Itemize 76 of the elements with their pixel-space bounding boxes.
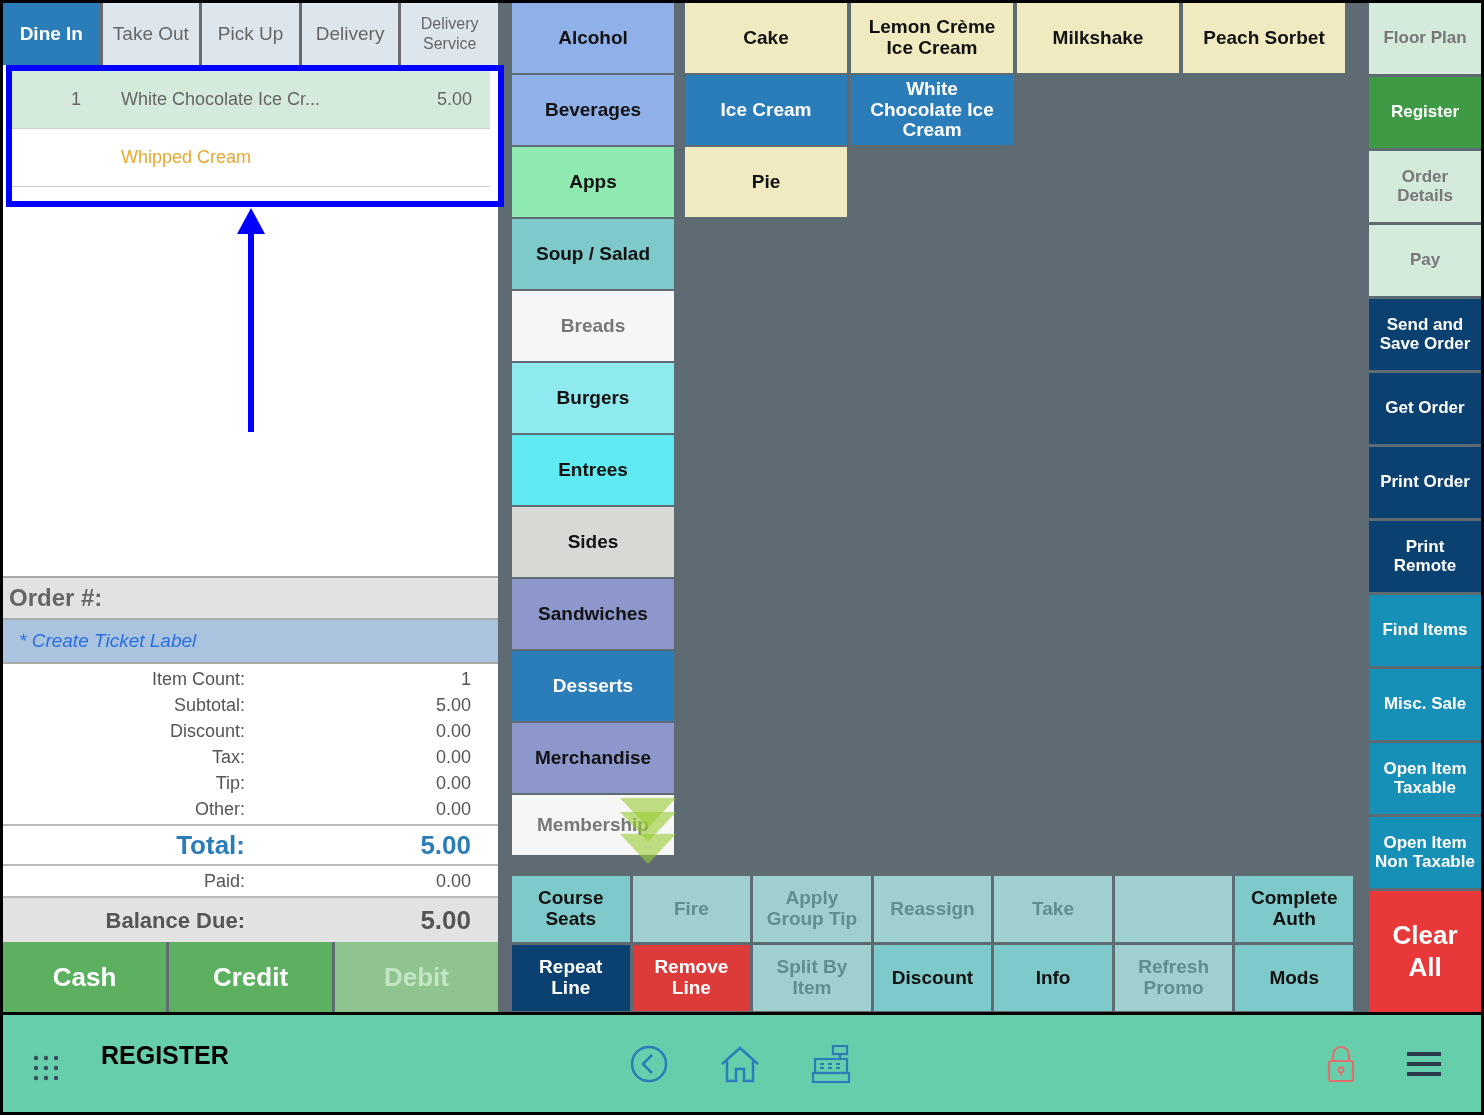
side-nav-button[interactable]: Order Details (1369, 151, 1481, 222)
summary-value: 5.00 (434, 693, 471, 717)
menu-icon[interactable] (1407, 1049, 1441, 1078)
summary-label: Subtotal: (172, 693, 245, 717)
modifier-name: Whipped Cream (121, 146, 253, 169)
page-title: REGISTER (101, 1039, 229, 1071)
action-button[interactable]: Complete Auth (1235, 876, 1353, 942)
side-nav-button[interactable]: Print Remote (1369, 521, 1481, 592)
summary-label: Item Count: (150, 667, 245, 691)
side-nav-button[interactable]: Pay (1369, 225, 1481, 296)
category-button[interactable]: Apps (512, 147, 674, 217)
cash-register-icon[interactable] (810, 1043, 851, 1084)
apps-grid-icon (33, 1054, 59, 1081)
back-icon[interactable] (628, 1043, 669, 1084)
summary-value: 0.00 (434, 745, 471, 769)
summary-value: 0.00 (434, 719, 471, 743)
action-button[interactable]: Repeat Line (512, 945, 630, 1011)
side-nav-button[interactable]: Send and Save Order (1369, 299, 1481, 370)
side-nav-button[interactable]: Misc. Sale (1369, 669, 1481, 740)
order-type-tab[interactable]: Dine In (3, 3, 100, 65)
action-button[interactable]: Discount (873, 945, 992, 1011)
total-label: Total: (175, 828, 245, 862)
lock-icon (1327, 1044, 1355, 1083)
action-button[interactable]: Course Seats (512, 876, 630, 942)
line-quantity: 1 (70, 88, 81, 111)
side-nav-button[interactable]: Register (1369, 77, 1481, 148)
up-arrow-icon (237, 208, 265, 432)
side-nav-button[interactable]: Find Items (1369, 595, 1481, 666)
side-nav-button[interactable]: Get Order (1369, 373, 1481, 444)
action-button[interactable]: Info (994, 945, 1112, 1011)
summary-label: Discount: (168, 719, 245, 743)
balance-due-value: 5.00 (419, 903, 471, 937)
menu-item-button[interactable]: Peach Sorbet (1183, 3, 1345, 73)
paid-value: 0.00 (434, 869, 471, 893)
summary-value: 0.00 (434, 797, 471, 821)
paid-label: Paid: (202, 869, 245, 893)
category-button[interactable]: Alcohol (512, 3, 674, 73)
category-button[interactable]: Sides (512, 507, 674, 577)
order-type-tab[interactable]: Delivery (301, 3, 399, 65)
balance-due-label: Balance Due: (104, 906, 245, 935)
payment-button[interactable]: Credit (169, 942, 332, 1012)
menu-item-button[interactable]: White Chocolate Ice Cream (851, 75, 1013, 145)
summary-label: Tip: (214, 771, 245, 795)
side-nav-button[interactable]: Clear All (1369, 891, 1481, 1012)
line-price: 5.00 (436, 88, 473, 111)
side-nav-button[interactable]: Open Item Taxable (1369, 743, 1481, 814)
action-button[interactable]: Remove Line (632, 945, 751, 1011)
category-button[interactable]: Beverages (512, 75, 674, 145)
menu-item-button[interactable]: Cake (685, 3, 847, 73)
order-type-tab[interactable]: Pick Up (202, 3, 299, 65)
category-button[interactable]: Soup / Salad (512, 219, 674, 289)
menu-item-button[interactable]: Milkshake (1017, 3, 1179, 73)
category-button[interactable]: Burgers (512, 363, 674, 433)
payment-button[interactable]: Cash (3, 942, 166, 1012)
side-nav-button[interactable]: Open Item Non Taxable (1369, 817, 1481, 888)
create-ticket-label-link[interactable]: * Create Ticket Label (3, 620, 498, 664)
side-nav-button[interactable]: Floor Plan (1369, 3, 1481, 74)
summary-label: Tax: (211, 745, 245, 769)
total-value: 5.00 (419, 828, 471, 862)
action-button[interactable]: Mods (1235, 945, 1353, 1011)
summary-value: 0.00 (434, 771, 471, 795)
menu-item-button[interactable]: Lemon Crème Ice Cream (851, 3, 1013, 73)
order-number-bar: Order #: (3, 576, 498, 620)
category-button[interactable]: Desserts (512, 651, 674, 721)
summary-value: 1 (460, 667, 471, 691)
category-button[interactable]: Entrees (512, 435, 674, 505)
side-nav-button[interactable]: Print Order (1369, 447, 1481, 518)
category-button[interactable]: Merchandise (512, 723, 674, 793)
category-button[interactable]: Breads (512, 291, 674, 361)
order-type-tab[interactable]: Take Out (102, 3, 200, 65)
menu-item-button[interactable]: Ice Cream (685, 75, 847, 145)
item-name: White Chocolate Ice Cr... (121, 88, 322, 111)
summary-label: Other: (193, 797, 245, 821)
category-button[interactable]: Sandwiches (512, 579, 674, 649)
order-type-tab[interactable]: Delivery Service (401, 3, 498, 65)
menu-item-button[interactable]: Pie (685, 147, 847, 217)
